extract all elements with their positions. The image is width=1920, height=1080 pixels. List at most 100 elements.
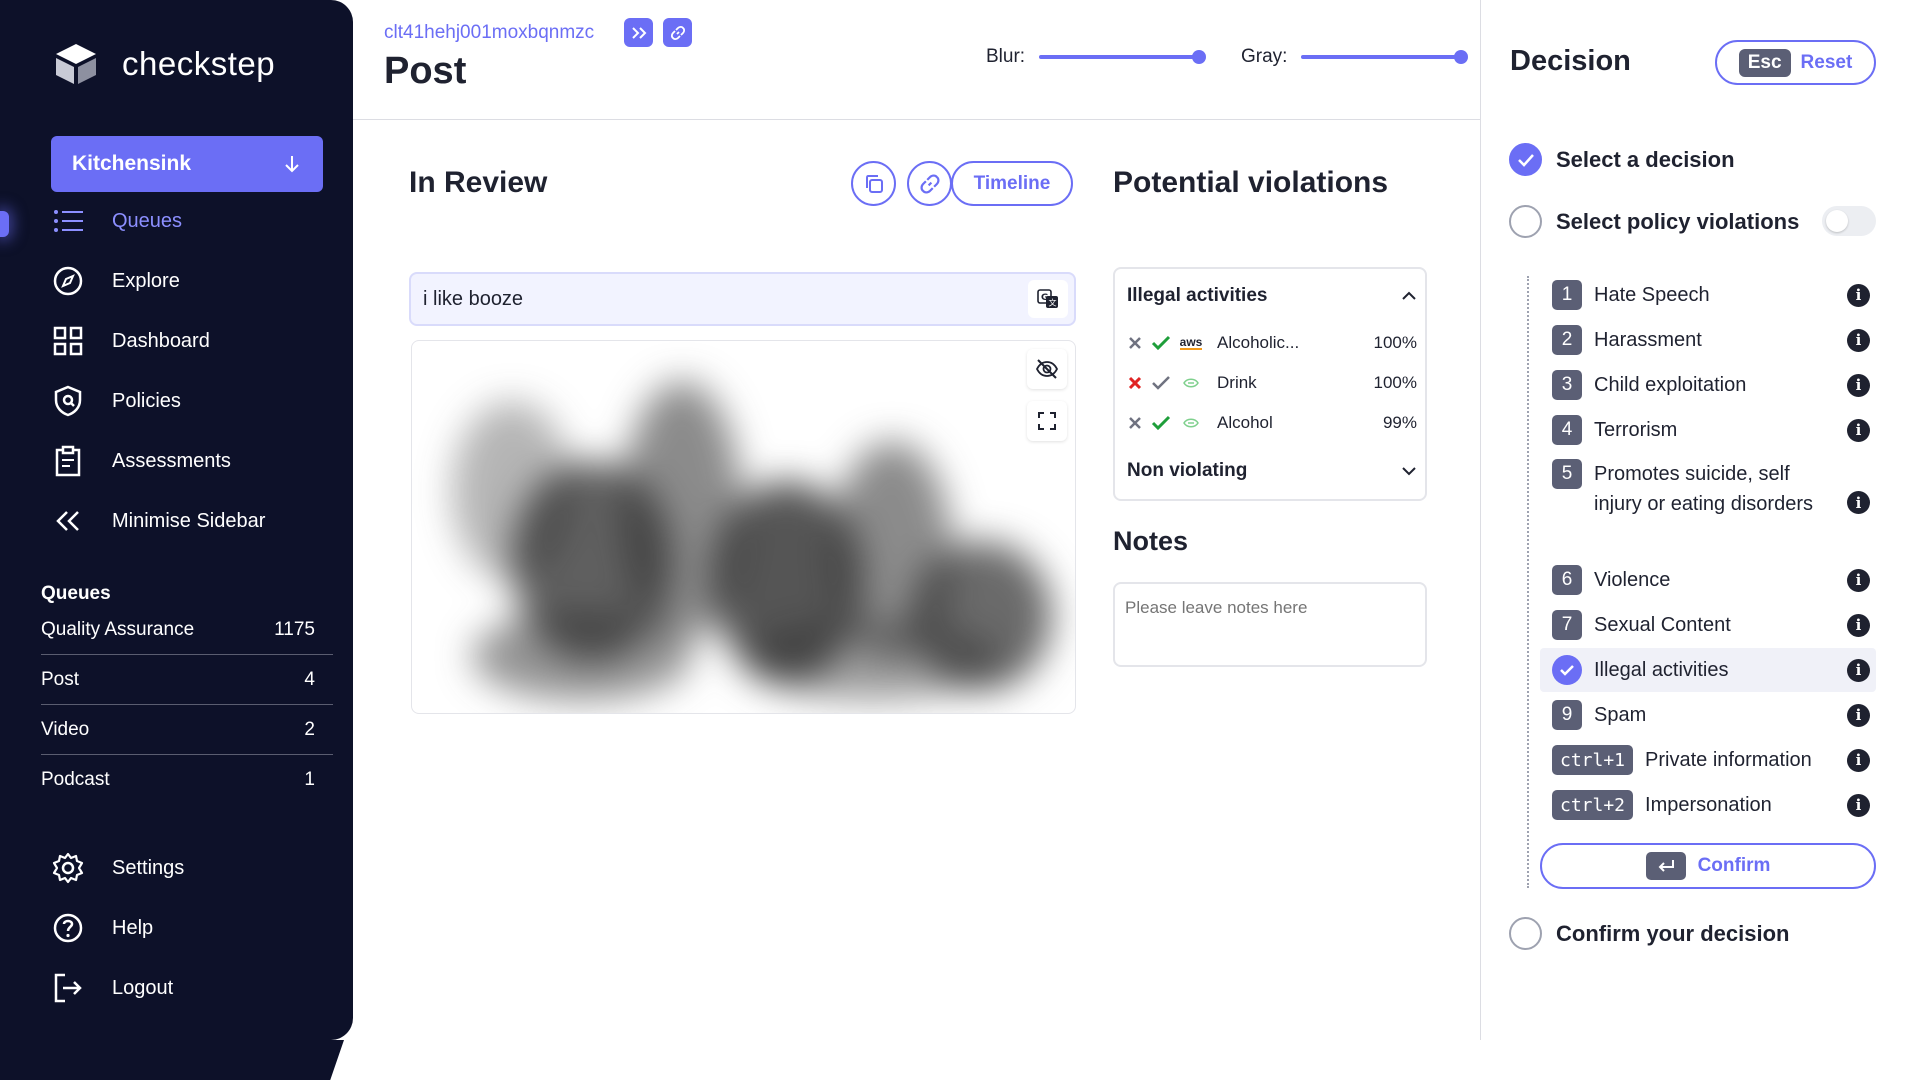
nav-settings[interactable]: Settings — [52, 852, 184, 884]
eye-off-icon — [1035, 359, 1059, 379]
violation-score: 100% — [1373, 373, 1417, 392]
queue-row[interactable]: Post 4 — [41, 655, 333, 705]
open-post-button[interactable] — [624, 18, 653, 47]
confirm-button[interactable]: Confirm — [1540, 843, 1876, 889]
policy-key: ctrl+1 — [1552, 745, 1634, 775]
grid-icon — [52, 325, 84, 357]
post-id-row: clt41hehj001moxbqnmzc — [384, 18, 692, 47]
reject-icon[interactable] — [1127, 415, 1143, 431]
nav-minimise-sidebar[interactable]: Minimise Sidebar — [52, 505, 265, 537]
policy-label: Illegal activities — [1594, 659, 1729, 681]
policy-terrorism[interactable]: 4 Terrorism i — [1540, 414, 1876, 446]
translate-button[interactable]: G文 — [1028, 280, 1068, 318]
chevron-up-icon — [1402, 291, 1416, 300]
post-text: i like booze — [423, 287, 524, 310]
post-text-content: i like booze G文 — [409, 272, 1076, 326]
info-icon[interactable]: i — [1847, 418, 1870, 442]
esc-key-hint: Esc — [1738, 48, 1791, 77]
queue-row[interactable]: Quality Assurance 1175 — [41, 605, 333, 655]
app-root: checkstep Kitchensink Queues Explore Das… — [0, 0, 1920, 1080]
fullscreen-button[interactable] — [1027, 401, 1067, 441]
step-select-decision[interactable]: Select a decision — [1509, 143, 1735, 176]
nav-minimise-label: Minimise Sidebar — [112, 509, 266, 532]
nav-explore[interactable]: Explore — [52, 265, 180, 297]
copy-link-button[interactable] — [663, 18, 692, 47]
nav-assessments[interactable]: Assessments — [52, 445, 231, 477]
approve-icon[interactable] — [1151, 415, 1171, 431]
info-icon[interactable]: i — [1847, 491, 1870, 514]
link-button[interactable] — [907, 161, 952, 206]
step-select-violations[interactable]: Select policy violations — [1509, 205, 1799, 238]
blur-slider-knob[interactable] — [1192, 50, 1207, 64]
nav-help-label: Help — [112, 916, 154, 939]
blur-slider[interactable] — [1039, 50, 1207, 64]
queue-row[interactable]: Video 2 — [41, 705, 333, 755]
timeline-button[interactable]: Timeline — [951, 161, 1073, 206]
info-icon[interactable]: i — [1847, 793, 1870, 817]
info-icon[interactable]: i — [1847, 373, 1870, 397]
info-icon[interactable]: i — [1847, 748, 1870, 772]
nav-help[interactable]: Help — [52, 912, 153, 944]
empty-circle-icon — [1509, 205, 1542, 238]
policy-harassment[interactable]: 2 Harassment i — [1540, 324, 1876, 356]
brand-logo[interactable]: checkstep — [52, 40, 275, 88]
queue-name: Video — [41, 718, 90, 740]
post-id[interactable]: clt41hehj001moxbqnmzc — [384, 22, 614, 44]
nav-policies[interactable]: Policies — [52, 385, 181, 417]
list-icon — [52, 205, 84, 237]
info-icon[interactable]: i — [1847, 568, 1870, 592]
non-violating-header[interactable]: Non violating — [1127, 460, 1417, 482]
policy-label: Spam — [1594, 704, 1647, 726]
policy-spam[interactable]: 9 Spam i — [1540, 699, 1876, 731]
double-chevron-left-icon — [52, 505, 84, 537]
step-confirm-decision[interactable]: Confirm your decision — [1509, 917, 1789, 950]
policy-violations-toggle[interactable] — [1822, 206, 1876, 236]
info-icon[interactable]: i — [1847, 703, 1870, 727]
violation-label: Drink — [1217, 373, 1257, 392]
policy-sexual-content[interactable]: 7 Sexual Content i — [1540, 609, 1876, 641]
policy-impersonation[interactable]: ctrl+2 Impersonation i — [1540, 789, 1876, 821]
workspace-selector[interactable]: Kitchensink — [51, 136, 323, 192]
violation-label: Alcohol — [1217, 413, 1273, 432]
nav-logout-label: Logout — [112, 976, 174, 999]
nav-queues[interactable]: Queues — [52, 205, 182, 237]
reject-icon[interactable] — [1127, 375, 1143, 391]
chevron-down-icon — [1402, 467, 1416, 476]
empty-circle-icon — [1509, 917, 1542, 950]
copy-button[interactable] — [851, 161, 896, 206]
gray-label: Gray: — [1241, 46, 1288, 67]
policy-hate-speech[interactable]: 1 Hate Speech i — [1540, 279, 1876, 311]
info-icon[interactable]: i — [1847, 328, 1870, 352]
gray-slider[interactable] — [1301, 50, 1469, 64]
toggle-visibility-button[interactable] — [1027, 349, 1067, 389]
approve-icon[interactable] — [1151, 375, 1171, 391]
decision-title: Decision — [1510, 45, 1631, 77]
violation-group-header[interactable]: Illegal activities — [1127, 285, 1417, 307]
toggle-knob — [1826, 210, 1848, 232]
policy-key: 1 — [1552, 280, 1582, 310]
potential-violations-title: Potential violations — [1113, 166, 1389, 199]
policy-label: Violence — [1594, 569, 1671, 591]
policy-key: 4 — [1552, 415, 1582, 445]
queue-name: Podcast — [41, 769, 110, 790]
nav-dashboard[interactable]: Dashboard — [52, 325, 210, 357]
policy-violence[interactable]: 6 Violence i — [1540, 564, 1876, 596]
reset-button[interactable]: Esc Reset — [1715, 40, 1876, 85]
reject-icon[interactable] — [1127, 335, 1143, 351]
policy-private-information[interactable]: ctrl+1 Private information i — [1540, 744, 1876, 776]
info-icon[interactable]: i — [1847, 283, 1870, 307]
policy-child-exploitation[interactable]: 3 Child exploitation i — [1540, 369, 1876, 401]
info-icon[interactable]: i — [1847, 613, 1870, 637]
policy-illegal-activities[interactable]: Illegal activities i — [1540, 648, 1876, 692]
gray-slider-knob[interactable] — [1454, 50, 1469, 64]
nav-logout[interactable]: Logout — [52, 972, 173, 1004]
notes-input[interactable] — [1113, 582, 1427, 667]
policy-self-harm[interactable]: 5 Promotes suicide, self injury or eatin… — [1540, 459, 1876, 551]
queue-name: Post — [41, 668, 80, 690]
queue-row[interactable]: Podcast 1 — [41, 755, 333, 805]
policy-key: ctrl+2 — [1552, 790, 1634, 820]
info-icon[interactable]: i — [1847, 658, 1870, 682]
policy-label: Promotes suicide, self injury or eating … — [1594, 463, 1813, 515]
approve-icon[interactable] — [1151, 335, 1171, 351]
reset-label: Reset — [1800, 51, 1853, 73]
